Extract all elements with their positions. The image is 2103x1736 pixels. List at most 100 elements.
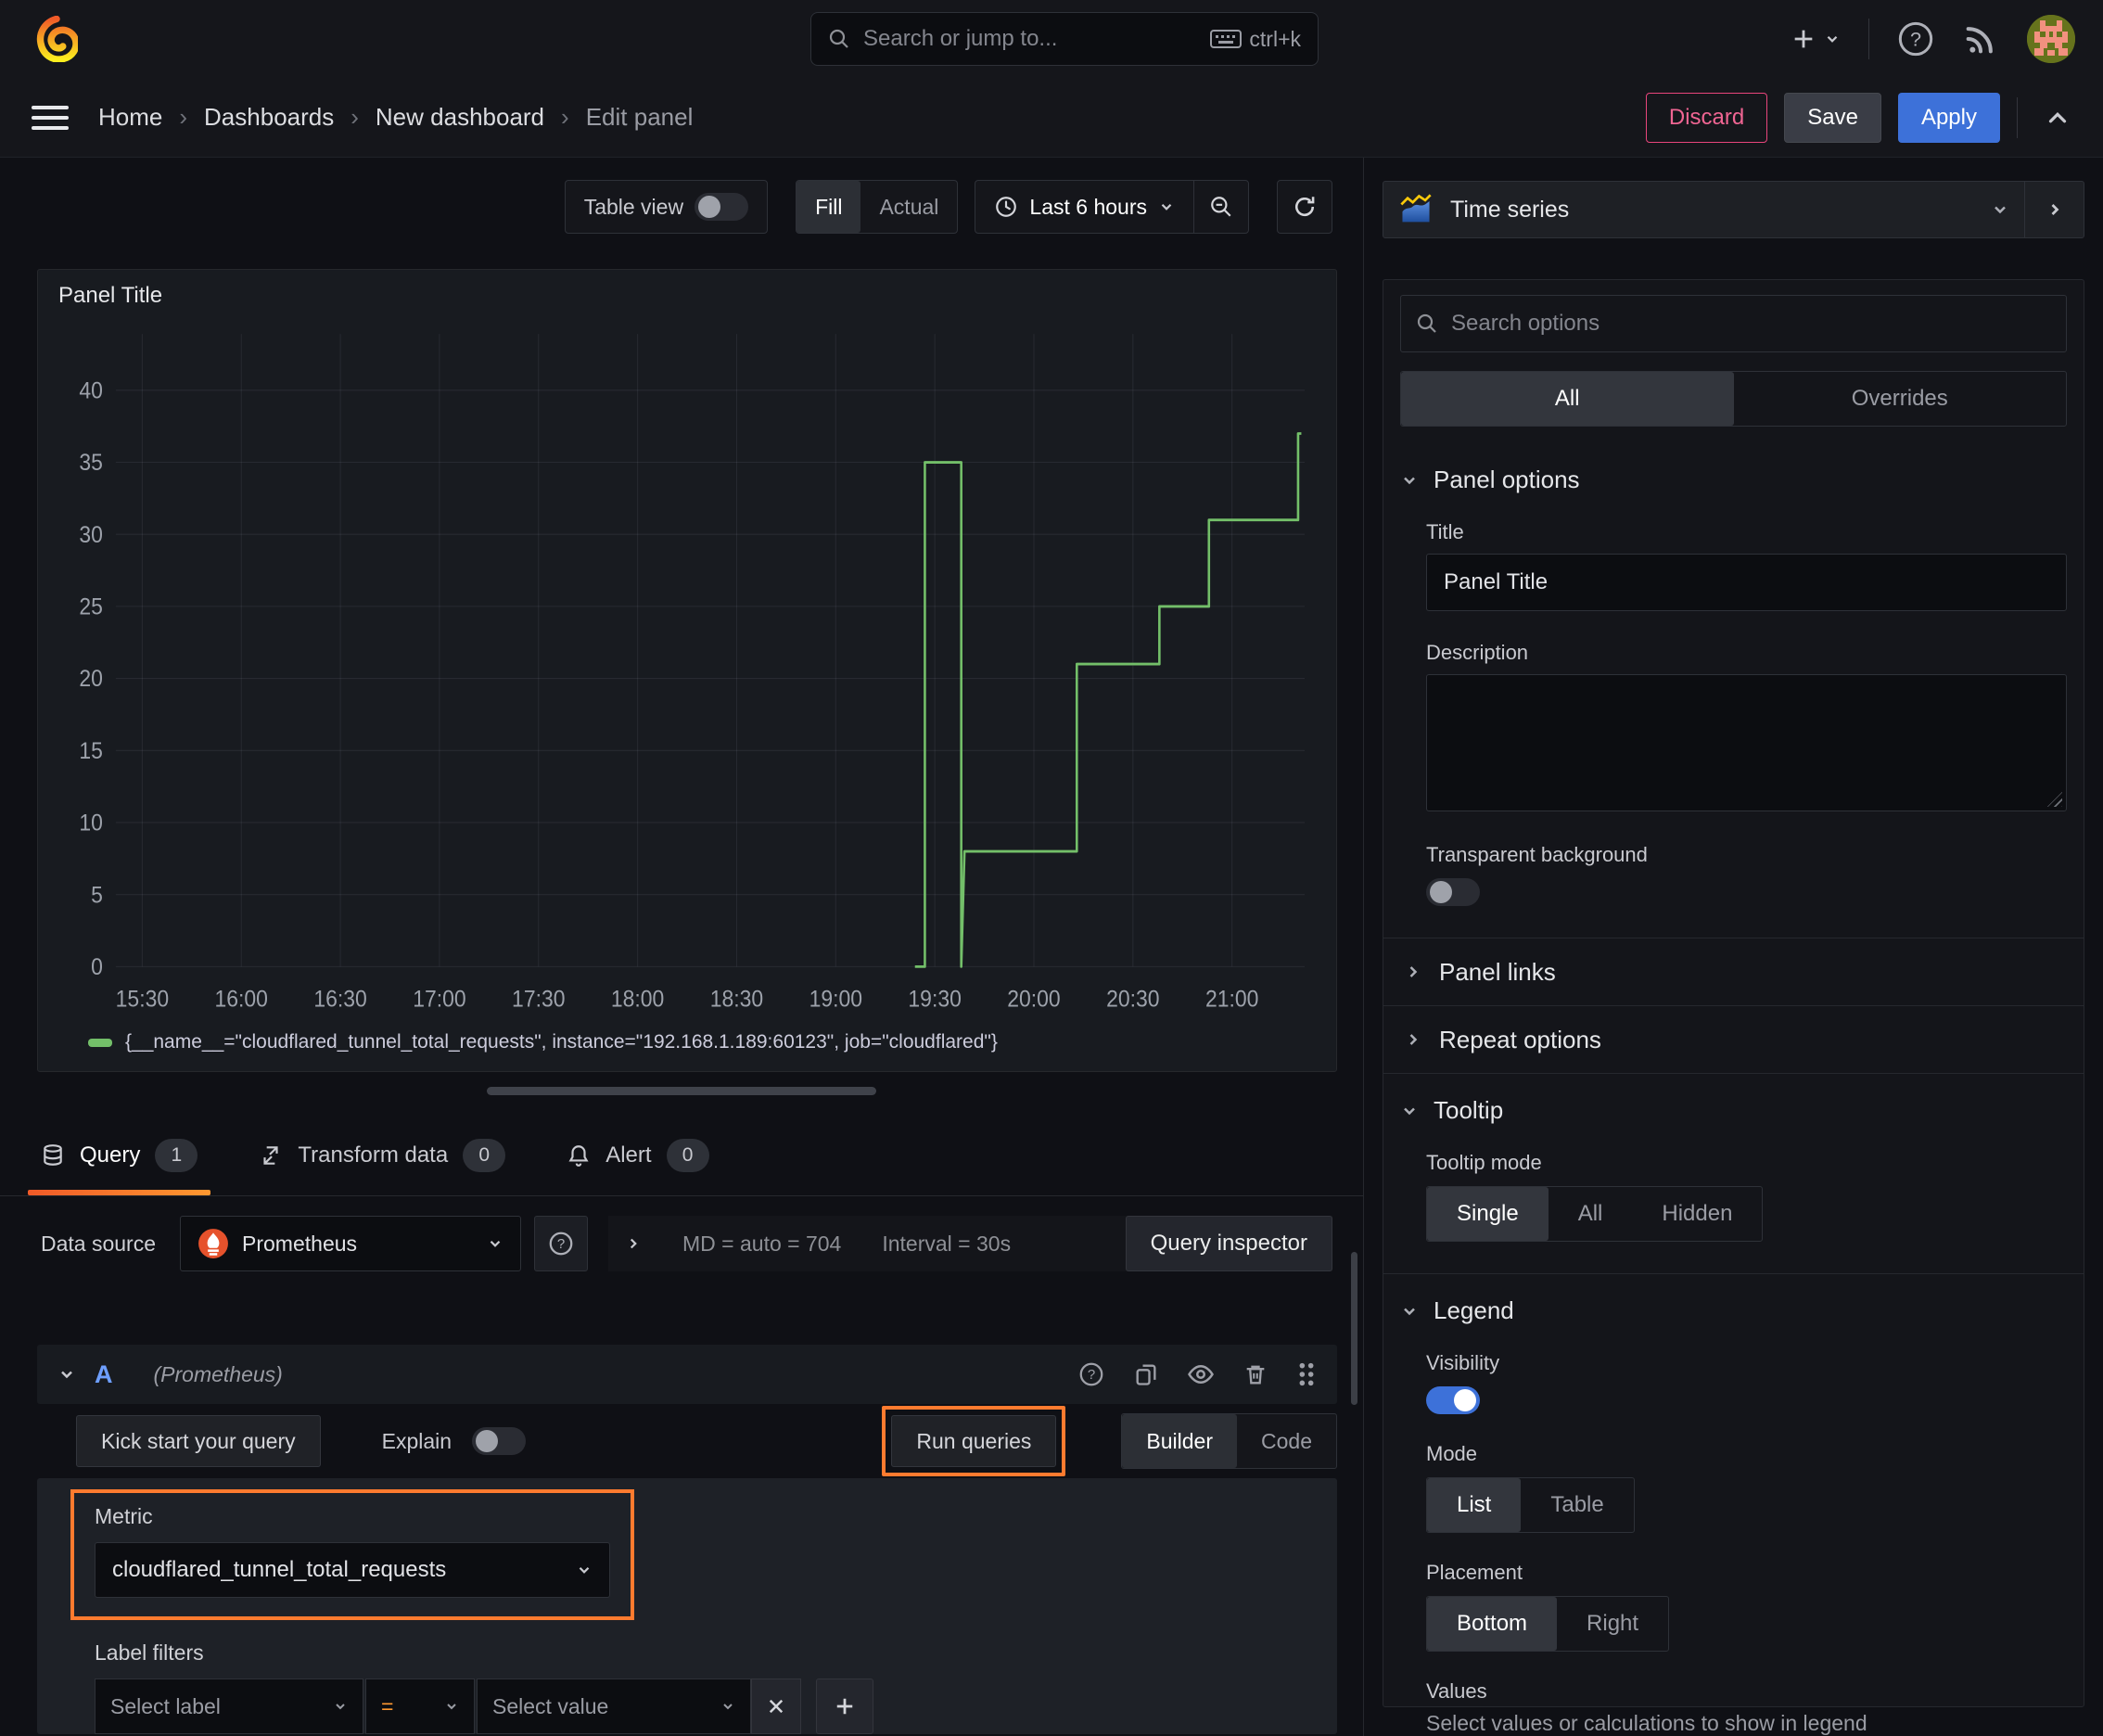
code-option[interactable]: Code [1237,1414,1336,1468]
remove-filter-button[interactable] [751,1679,801,1734]
tab-query[interactable]: Query 1 [27,1115,211,1195]
chevron-right-icon[interactable] [625,1235,642,1252]
visualization-select[interactable]: Time series [1383,182,2024,237]
legend-visibility-toggle[interactable] [1426,1386,1480,1414]
query-row-header[interactable]: A (Prometheus) ? [37,1345,1337,1404]
x-axis-tick: 16:30 [313,987,366,1013]
alert-count-badge: 0 [666,1138,709,1172]
tab-transform-data[interactable]: Transform data 0 [259,1115,506,1195]
apply-button[interactable]: Apply [1897,92,2000,143]
duplicate-icon[interactable] [1133,1361,1159,1387]
visualization-name: Time series [1450,196,1570,223]
table-view-toggle[interactable] [695,193,749,221]
chevron-down-icon [1404,1308,1415,1315]
tab-all-options[interactable]: All [1401,372,1734,426]
help-icon[interactable]: ? [1897,20,1934,57]
trash-icon[interactable] [1243,1361,1268,1387]
query-inspector-button[interactable]: Query inspector [1125,1216,1332,1271]
grafana-logo-icon[interactable] [35,16,78,62]
zoom-out-button[interactable] [1194,181,1248,233]
panel-title-input[interactable] [1426,554,2067,611]
panel-options-section-header[interactable]: Panel options [1400,466,2067,494]
transparent-background-toggle[interactable] [1426,878,1480,906]
open-viz-list-button[interactable] [2024,182,2084,237]
menu-icon[interactable] [32,99,69,136]
legend-mode-label: Mode [1426,1442,1478,1465]
time-series-chart[interactable]: 0 5 10 15 20 25 30 35 40 15:30 16:00 16:30 17:00 17:3… [53,320,1321,1023]
builder-option[interactable]: Builder [1122,1414,1238,1468]
legend-mode-table[interactable]: Table [1521,1478,1633,1532]
chevron-down-icon [1161,203,1172,211]
new-menu-button[interactable] [1791,26,1841,52]
table-view-label: Table view [583,194,684,219]
user-avatar[interactable] [2027,15,2075,63]
panel-preview: Panel Title 0 5 10 15 20 25 30 35 40 15:30 16:00 16… [37,269,1337,1072]
refresh-button[interactable] [1278,181,1332,233]
datasource-row: Data source Prometheus ? MD = auto = 704… [41,1215,1332,1272]
fill-option[interactable]: Fill [797,181,861,233]
query-stats-bar: MD = auto = 704 Interval = 30s Query ins… [608,1216,1332,1271]
time-range-picker[interactable]: Last 6 hours [975,181,1193,233]
global-search[interactable]: ctrl+k [810,12,1319,66]
add-filter-button[interactable] [816,1679,873,1734]
breadcrumb: Home › Dashboards › New dashboard › Edit… [98,103,693,132]
datasource-label: Data source [41,1231,157,1256]
tooltip-section-header[interactable]: Tooltip [1400,1096,2067,1125]
scrollbar-thumb[interactable] [1351,1252,1357,1405]
run-queries-button[interactable]: Run queries [891,1415,1057,1467]
legend-placement-label: Placement [1426,1561,1523,1584]
legend-mode-list[interactable]: List [1427,1478,1522,1532]
table-view-control: Table view [564,180,769,234]
chevron-down-icon [336,1704,345,1710]
datasource-help-button[interactable]: ? [534,1216,589,1271]
tooltip-hidden-option[interactable]: Hidden [1632,1187,1762,1241]
datasource-name: Prometheus [242,1231,358,1256]
chevron-up-icon[interactable] [2044,104,2071,132]
tab-overrides[interactable]: Overrides [1734,372,2067,426]
placement-bottom[interactable]: Bottom [1427,1597,1558,1651]
global-search-input[interactable] [863,26,1198,52]
legend-section-header[interactable]: Legend [1400,1296,2067,1325]
visualization-picker: Time series [1383,181,2084,238]
close-icon [769,1699,784,1714]
actual-option[interactable]: Actual [860,181,957,233]
pane-resize-handle[interactable] [487,1087,876,1095]
transform-icon [263,1145,278,1165]
eye-icon[interactable] [1187,1360,1215,1388]
placement-right[interactable]: Right [1557,1597,1668,1651]
resize-handle-icon[interactable] [2047,792,2062,807]
breadcrumb-home[interactable]: Home [98,103,162,132]
breadcrumb-dashboards[interactable]: Dashboards [204,103,334,132]
panel-view-toolbar: Table view Fill Actual Last 6 hours [564,180,1332,234]
tab-alert[interactable]: Alert 0 [567,1115,709,1195]
breadcrumb-new-dashboard[interactable]: New dashboard [376,103,544,132]
options-search-input[interactable] [1451,311,2051,337]
chevron-down-icon [1404,477,1415,484]
description-textarea[interactable] [1426,674,2067,811]
drag-handle-icon[interactable] [1296,1361,1317,1387]
tooltip-single-option[interactable]: Single [1427,1187,1549,1241]
panel-links-section-header[interactable]: Panel links [1400,938,2067,1005]
time-series-icon [1400,194,1432,223]
bell-icon [568,1144,589,1167]
tooltip-all-option[interactable]: All [1549,1187,1633,1241]
label-filters-label: Label filters [95,1640,204,1665]
options-search[interactable] [1400,295,2067,352]
select-label-dropdown[interactable]: Select label [95,1679,363,1734]
select-value-dropdown[interactable]: Select value [477,1679,751,1734]
operator-dropdown[interactable]: = [365,1679,475,1734]
chart-legend: {__name__="cloudflared_tunnel_total_requ… [53,1023,1321,1062]
save-button[interactable]: Save [1784,92,1881,143]
stats-max-datapoints: MD = auto = 704 [682,1231,842,1256]
legend-series-label[interactable]: {__name__="cloudflared_tunnel_total_requ… [125,1031,998,1053]
discard-button[interactable]: Discard [1645,92,1768,143]
kick-start-query-button[interactable]: Kick start your query [76,1415,321,1467]
y-axis-tick: 0 [91,954,103,980]
chevron-down-icon[interactable] [57,1365,76,1384]
metric-select[interactable]: cloudflared_tunnel_total_requests [95,1542,610,1598]
datasource-picker[interactable]: Prometheus [180,1216,522,1271]
explain-toggle[interactable] [472,1427,527,1455]
help-icon[interactable]: ? [1077,1360,1105,1388]
repeat-options-section-header[interactable]: Repeat options [1400,1006,2067,1073]
news-rss-icon[interactable] [1962,20,1999,57]
